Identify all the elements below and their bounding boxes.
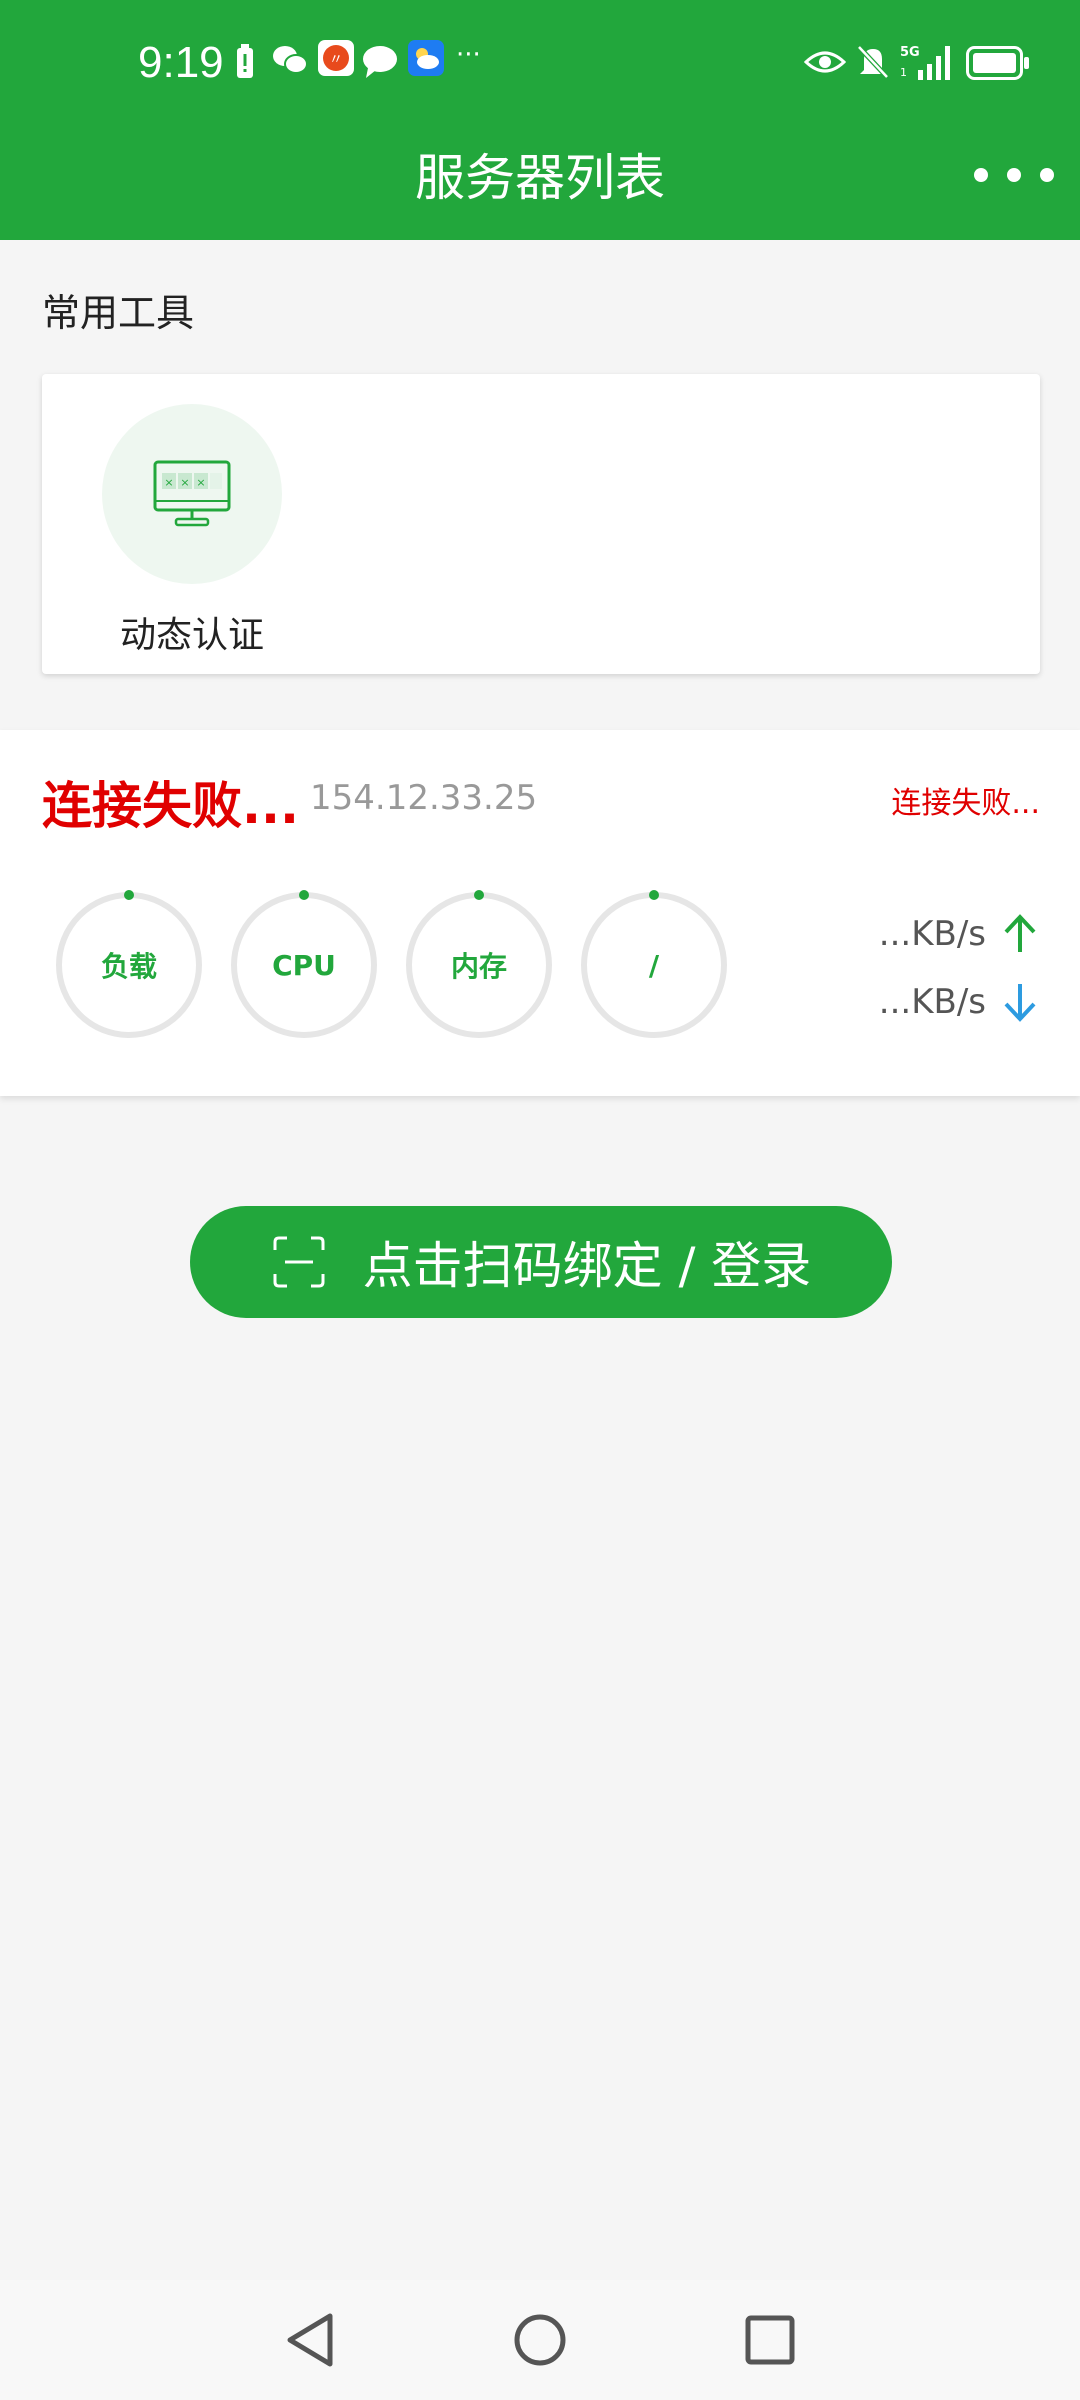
bell-muted-icon (857, 45, 889, 79)
svg-text:5G: 5G (900, 45, 920, 60)
svg-text:×: × (196, 476, 205, 489)
tool-icon-circle: × × × (102, 404, 282, 584)
battery-icon (966, 46, 1029, 80)
download-speed: ...KB/s (879, 980, 1040, 1024)
home-icon[interactable] (510, 2310, 570, 2370)
svg-text:×: × (164, 476, 173, 489)
status-bar: 9:19 〃 ··· 5G 1 (0, 0, 1080, 130)
gauge-disk: / (579, 890, 729, 1040)
svg-text:〃: 〃 (329, 52, 343, 68)
page-title: 服务器列表 (415, 149, 665, 207)
gauge-cpu: CPU (229, 890, 379, 1040)
tool-label: 动态认证 (119, 615, 264, 656)
server-status: 连接失败... (891, 786, 1040, 821)
system-nav-bar (0, 2280, 1080, 2400)
battery-alert-icon (237, 44, 253, 78)
monitor-icon: × × × (153, 460, 231, 527)
gauge-memory: 内存 (404, 890, 554, 1040)
tool-dynamic-auth[interactable]: × × × 动态认证 (102, 404, 282, 658)
section-title-tools: 常用工具 (42, 291, 195, 335)
scan-bind-login-button[interactable]: 点击扫码绑定 / 登录 (190, 1206, 892, 1318)
more-dot-icon (1007, 168, 1021, 182)
eye-icon (804, 51, 846, 73)
gauge-label: / (648, 948, 660, 982)
gauge-load: 负载 (54, 890, 204, 1040)
scan-icon (273, 1236, 325, 1288)
svg-text:1: 1 (900, 66, 907, 79)
gauge-label: 负载 (100, 950, 157, 983)
status-time: 9:19 (138, 38, 224, 87)
tools-card: × × × 动态认证 (42, 374, 1040, 674)
arrow-down-icon (1004, 984, 1036, 1022)
download-speed-value: ...KB/s (878, 982, 986, 1022)
more-dot-icon (1040, 168, 1054, 182)
svg-text:×: × (180, 476, 189, 489)
message-icon (363, 46, 397, 78)
server-name: 连接失败... (42, 777, 299, 835)
server-card[interactable]: 连接失败... 154.12.33.25 连接失败... 负载 CPU 内存 /… (0, 730, 1080, 1096)
more-dot-icon (974, 168, 988, 182)
wechat-icon (273, 46, 308, 74)
arrow-up-icon (1004, 914, 1036, 952)
server-ip: 154.12.33.25 (310, 778, 538, 818)
back-icon[interactable] (282, 2310, 338, 2370)
scan-button-label: 点击扫码绑定 / 登录 (362, 1237, 812, 1295)
overflow-indicator: ··· (456, 40, 481, 70)
upload-speed-value: ...KB/s (878, 914, 986, 954)
app-header: 9:19 〃 ··· 5G 1 服务器列表 (0, 0, 1080, 240)
gauge-label: 内存 (450, 950, 507, 983)
more-options-button[interactable] (974, 150, 1054, 200)
gauge-label: CPU (272, 948, 336, 982)
signal-5g-icon: 5G 1 (900, 45, 950, 80)
upload-speed: ...KB/s (879, 912, 1040, 956)
weather-icon (408, 40, 444, 76)
app-icon: 〃 (318, 40, 354, 76)
recents-icon[interactable] (742, 2310, 798, 2370)
